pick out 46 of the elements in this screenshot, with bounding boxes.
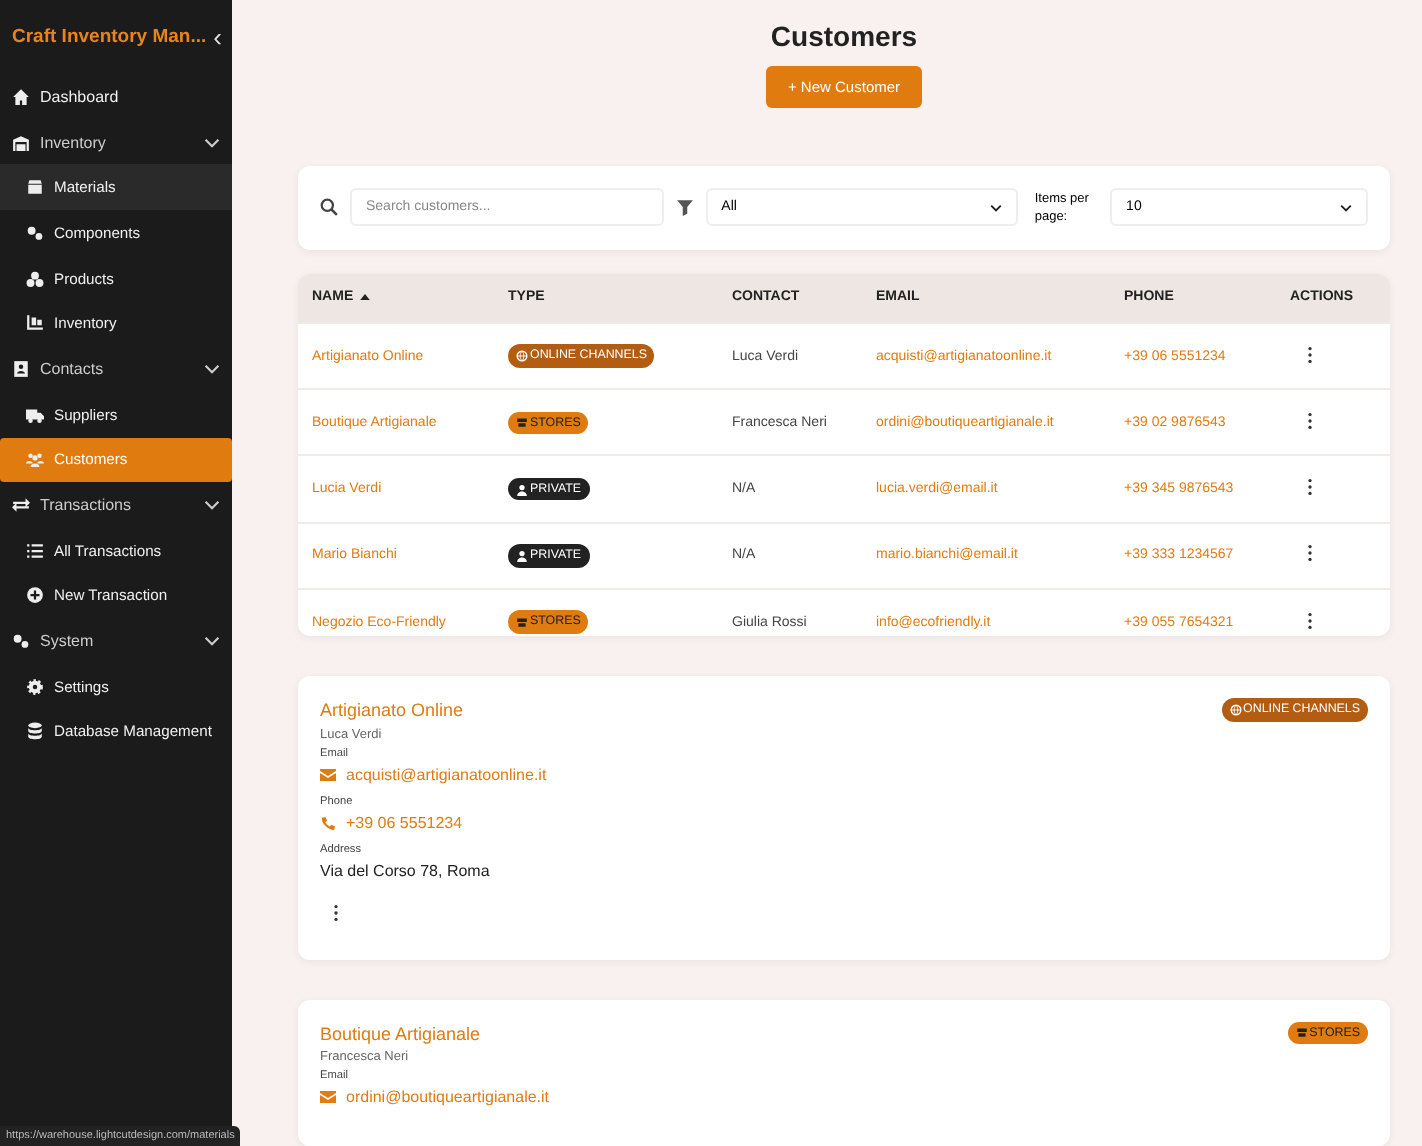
- nav-section-label: Inventory: [40, 133, 108, 152]
- nav-section-label: System: [40, 632, 96, 651]
- filter-icon: [675, 198, 694, 217]
- nav-item[interactable]: Dashboard: [0, 74, 232, 120]
- pallet-icon: [26, 314, 44, 333]
- more-options-icon[interactable]: [1306, 411, 1314, 430]
- nav-section-label: Contacts: [40, 359, 106, 378]
- plus-circle-icon: [26, 586, 44, 605]
- users-icon: [26, 450, 44, 469]
- page-title: Customers: [768, 20, 920, 52]
- gears-icon: [12, 632, 30, 651]
- nav-section-header[interactable]: Contacts: [0, 346, 232, 392]
- chevron-down-icon: [990, 203, 1003, 212]
- list-icon: [26, 541, 44, 560]
- phone-icon: [320, 815, 336, 830]
- warehouse-icon: [12, 133, 30, 152]
- collapse-button[interactable]: ‹: [213, 23, 222, 49]
- sort-ascending-icon: [359, 294, 370, 301]
- arrows-icon: [12, 496, 30, 515]
- nav-section-header[interactable]: Transactions: [0, 482, 232, 528]
- contact-card-icon: [12, 359, 30, 378]
- more-options-icon[interactable]: [332, 903, 340, 922]
- box-icon: [26, 178, 44, 197]
- nav-section-header[interactable]: Inventory: [0, 119, 232, 165]
- chevron-icon: [204, 500, 220, 511]
- chevron-icon: [204, 636, 220, 647]
- nav-section-header[interactable]: System: [0, 618, 232, 664]
- gears-icon: [26, 223, 44, 242]
- nav-section-label: Transactions: [40, 496, 133, 515]
- envelope-icon: [320, 1090, 336, 1104]
- more-options-icon[interactable]: [1306, 611, 1314, 630]
- envelope-icon: [320, 767, 336, 782]
- shapes-icon: [26, 269, 44, 288]
- chevron-down-icon: [1339, 203, 1352, 212]
- app-title: Craft Inventory Man...: [12, 25, 207, 47]
- more-options-icon[interactable]: [1306, 345, 1314, 364]
- more-options-icon[interactable]: [1306, 478, 1314, 497]
- more-options-icon[interactable]: [1306, 544, 1314, 563]
- home-icon: [12, 87, 30, 106]
- address-text: Via del Corso 78, Roma: [320, 861, 492, 880]
- settings-icon: [26, 677, 44, 696]
- chevron-icon: [204, 137, 220, 148]
- chevron-icon: [204, 363, 220, 374]
- search-icon: [320, 198, 338, 217]
- truck-icon: [26, 405, 44, 424]
- database-icon: [26, 722, 44, 741]
